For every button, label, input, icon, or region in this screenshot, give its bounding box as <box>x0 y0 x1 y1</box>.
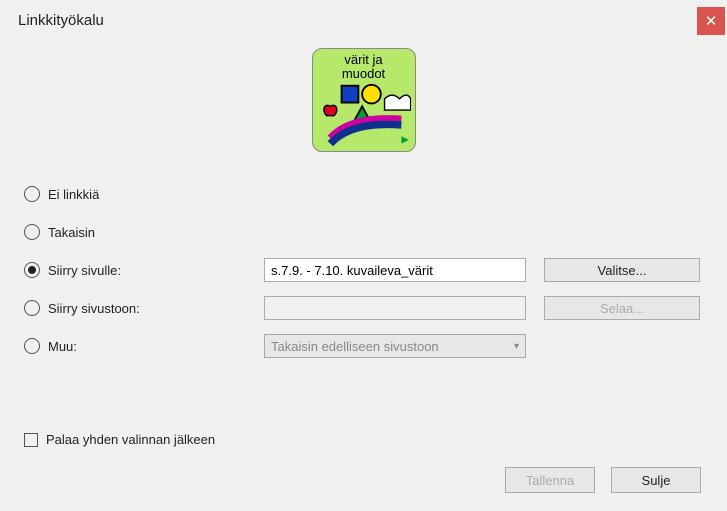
radio-back[interactable] <box>24 224 40 240</box>
cell-preview-line1: värit ja <box>344 53 382 67</box>
dialog-footer: Tallenna Sulje <box>24 467 703 493</box>
titlebar: Linkkityökalu ✕ <box>0 0 727 40</box>
preview-wrap: värit ja muodot <box>24 48 703 152</box>
radio-no-link[interactable] <box>24 186 40 202</box>
radio-goto-site[interactable] <box>24 300 40 316</box>
browse-site-button: Selaa... <box>544 296 700 320</box>
return-after-label: Palaa yhden valinnan jälkeen <box>46 432 215 447</box>
radio-no-link-label: Ei linkkiä <box>48 187 99 202</box>
radio-other-label: Muu: <box>48 339 77 354</box>
goto-site-input <box>264 296 526 320</box>
close-dialog-button[interactable]: Sulje <box>611 467 701 493</box>
shapes-icon <box>317 82 411 147</box>
option-back-row: Takaisin <box>24 214 703 250</box>
return-after-row: Palaa yhden valinnan jälkeen <box>24 432 703 447</box>
cell-preview: värit ja muodot <box>312 48 416 152</box>
chevron-down-icon: ▾ <box>514 341 519 352</box>
option-no-link-row: Ei linkkiä <box>24 176 703 212</box>
save-button: Tallenna <box>505 467 595 493</box>
radio-goto-page[interactable] <box>24 262 40 278</box>
radio-other[interactable] <box>24 338 40 354</box>
option-goto-site-row: Siirry sivustoon: Selaa... <box>24 290 703 326</box>
option-goto-page-row: Siirry sivulle: Valitse... <box>24 252 703 288</box>
other-action-selected: Takaisin edelliseen sivustoon <box>271 339 439 354</box>
goto-page-input[interactable] <box>264 258 526 282</box>
return-after-checkbox[interactable] <box>24 433 38 447</box>
radio-goto-page-label: Siirry sivulle: <box>48 263 121 278</box>
option-other-row: Muu: Takaisin edelliseen sivustoon ▾ <box>24 328 703 364</box>
close-button[interactable]: ✕ <box>697 7 725 35</box>
cell-preview-line2: muodot <box>342 67 385 81</box>
choose-page-button[interactable]: Valitse... <box>544 258 700 282</box>
choose-page-button-label: Valitse... <box>598 263 647 278</box>
browse-site-button-label: Selaa... <box>600 301 644 316</box>
dialog-title: Linkkityökalu <box>18 12 104 29</box>
close-icon: ✕ <box>705 12 718 30</box>
radio-back-label: Takaisin <box>48 225 95 240</box>
radio-goto-site-label: Siirry sivustoon: <box>48 301 140 316</box>
other-action-select[interactable]: Takaisin edelliseen sivustoon ▾ <box>264 334 526 358</box>
dialog-content: värit ja muodot Ei linkkiä Takaisin <box>0 40 727 509</box>
save-button-label: Tallenna <box>526 473 574 488</box>
close-dialog-button-label: Sulje <box>642 473 671 488</box>
